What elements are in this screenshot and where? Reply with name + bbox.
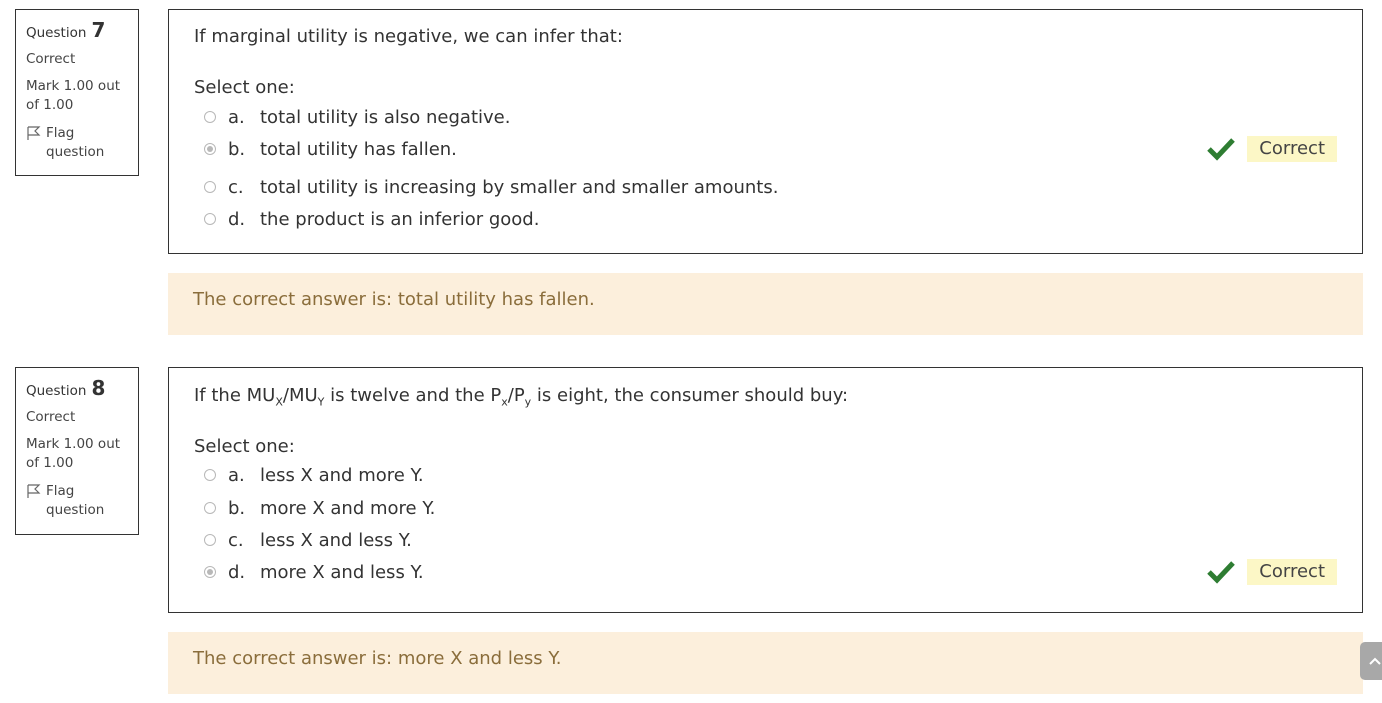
answer-text: the product is an inferior good.: [260, 208, 540, 230]
question-grade: Mark 1.00 out of 1.00: [26, 78, 121, 113]
answer-letter: a.: [228, 106, 245, 128]
question-grade: Mark 1.00 out of 1.00: [26, 436, 121, 471]
answer-letter: d.: [228, 561, 246, 583]
answer-text: total utility is also negative.: [260, 106, 511, 128]
correct-answer-feedback: The correct answer is: more X and less Y…: [168, 632, 1363, 694]
check-icon: [1207, 561, 1236, 584]
question-number-label: Question: [26, 383, 87, 399]
radio-button[interactable]: [204, 181, 216, 193]
answer-text: less X and less Y.: [260, 529, 412, 551]
question-text-part: If the MU: [194, 385, 276, 406]
question-text: If marginal utility is negative, we can …: [194, 26, 623, 47]
answer-letter: c.: [228, 176, 244, 198]
answer-letter: c.: [228, 529, 244, 551]
radio-button[interactable]: [204, 502, 216, 514]
answer-option-a[interactable]: a. total utility is also negative.: [204, 103, 510, 131]
answer-letter: b.: [228, 497, 246, 519]
answer-option-c[interactable]: c. less X and less Y.: [204, 526, 412, 554]
question-text-part: /MU: [282, 385, 318, 406]
answer-letter: d.: [228, 208, 246, 230]
answer-letter: b.: [228, 138, 246, 160]
radio-button-selected[interactable]: [204, 143, 216, 155]
answer-text: total utility is increasing by smaller a…: [260, 176, 779, 198]
correct-label: Correct: [1247, 136, 1337, 162]
question-formulation-7: If marginal utility is negative, we can …: [168, 9, 1363, 254]
question-info-8: Question 8 Correct Mark 1.00 out of 1.00…: [15, 367, 139, 535]
correct-indicator: Correct: [1207, 136, 1337, 162]
radio-button[interactable]: [204, 469, 216, 481]
answer-option-b[interactable]: b. more X and more Y.: [204, 494, 435, 522]
radio-button-selected[interactable]: [204, 566, 216, 578]
answer-option-d[interactable]: d. more X and less Y.: [204, 558, 424, 586]
chevron-up-icon: [1369, 657, 1381, 665]
answer-text: less X and more Y.: [260, 464, 424, 486]
flag-question-link[interactable]: Flag question: [26, 124, 138, 162]
question-formulation-8: If the MUX/MUY is twelve and the Px/Py i…: [168, 367, 1363, 613]
scroll-to-top-button[interactable]: [1360, 642, 1382, 680]
correct-answer-feedback: The correct answer is: total utility has…: [168, 273, 1363, 335]
select-one-prompt: Select one:: [194, 436, 295, 457]
question-text-part: is eight, the consumer should buy:: [531, 385, 849, 406]
answer-option-c[interactable]: c. total utility is increasing by smalle…: [204, 173, 778, 201]
answer-text: total utility has fallen.: [260, 138, 457, 160]
subscript: X: [275, 395, 283, 409]
flag-icon: [27, 126, 41, 140]
question-number: 8: [91, 376, 106, 400]
question-text-part: /P: [507, 385, 525, 406]
question-info-7: Question 7 Correct Mark 1.00 out of 1.00…: [15, 9, 139, 176]
answer-option-a[interactable]: a. less X and more Y.: [204, 461, 424, 489]
flag-question-label: Flag question: [46, 125, 105, 160]
answer-option-b[interactable]: b. total utility has fallen.: [204, 135, 457, 163]
correct-indicator: Correct: [1207, 559, 1337, 585]
select-one-prompt: Select one:: [194, 77, 295, 98]
question-state: Correct: [26, 409, 76, 425]
answer-option-d[interactable]: d. the product is an inferior good.: [204, 205, 539, 233]
answer-letter: a.: [228, 464, 245, 486]
question-text: If the MUX/MUY is twelve and the Px/Py i…: [194, 385, 848, 409]
radio-button[interactable]: [204, 111, 216, 123]
answer-text: more X and more Y.: [260, 497, 436, 519]
flag-icon: [27, 484, 41, 498]
radio-button[interactable]: [204, 534, 216, 546]
radio-button[interactable]: [204, 213, 216, 225]
question-text-part: is twelve and the P: [324, 385, 502, 406]
check-icon: [1207, 138, 1236, 161]
question-number: 7: [91, 18, 106, 42]
question-number-label: Question: [26, 25, 87, 41]
question-state: Correct: [26, 51, 76, 67]
answer-text: more X and less Y.: [260, 561, 424, 583]
flag-question-label: Flag question: [46, 483, 105, 518]
correct-label: Correct: [1247, 559, 1337, 585]
flag-question-link[interactable]: Flag question: [26, 482, 138, 520]
